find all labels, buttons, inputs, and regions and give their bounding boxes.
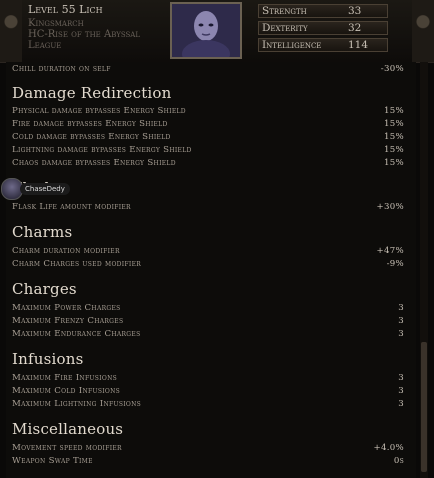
- attr-label: Dexterity: [262, 22, 308, 34]
- stat-value: +4.0%: [373, 443, 404, 453]
- stat-row[interactable]: Maximum Lightning Infusions 3: [12, 399, 404, 412]
- stat-row[interactable]: Charm Charges used modifier -9%: [12, 259, 404, 272]
- stat-value: 3: [398, 399, 404, 409]
- stat-row[interactable]: Weapon Swap Time 0s: [12, 456, 404, 469]
- attr-label: Intelligence: [262, 39, 322, 51]
- attr-strength: Strength 33: [258, 4, 388, 18]
- section-title-charges: Charges: [12, 280, 77, 298]
- ornament-left: [0, 0, 22, 62]
- stat-value: 0s: [393, 456, 404, 466]
- attr-label: Strength: [262, 5, 307, 17]
- stat-label: Physical damage bypasses Energy Shield: [12, 106, 186, 116]
- stat-row[interactable]: Cold damage bypasses Energy Shield 15%: [12, 132, 404, 145]
- stat-label: Maximum Fire Infusions: [12, 373, 118, 383]
- overlay-username: ChaseDedy: [20, 183, 70, 195]
- character-portrait: [170, 2, 242, 59]
- stat-row-chill: Chill duration on self -30%: [12, 64, 404, 77]
- viewer-overlay: ChaseDedy: [0, 178, 70, 200]
- stat-label: Maximum Power Charges: [12, 303, 121, 313]
- stat-label: Chaos damage bypasses Energy Shield: [12, 158, 176, 168]
- stats-panel[interactable]: Chill duration on self -30% Damage Redir…: [6, 62, 416, 478]
- scrollbar-thumb[interactable]: [421, 342, 427, 472]
- stat-label: Maximum Lightning Infusions: [12, 399, 142, 409]
- stat-row[interactable]: Maximum Endurance Charges 3: [12, 329, 404, 342]
- stat-label: Lightning damage bypasses Energy Shield: [12, 145, 192, 155]
- stat-row[interactable]: Maximum Frenzy Charges 3: [12, 316, 404, 329]
- stat-label: Charm Charges used modifier: [12, 259, 142, 269]
- attr-value: 32: [348, 22, 362, 34]
- stat-row[interactable]: Charm duration modifier +47%: [12, 246, 404, 259]
- stat-label: Maximum Cold Infusions: [12, 386, 121, 396]
- level-class: Level 55 Lich: [28, 3, 103, 16]
- stat-value: 15%: [383, 145, 404, 155]
- stat-label: Chill duration on self: [12, 64, 111, 74]
- stat-value: -30%: [380, 64, 404, 74]
- stat-label: Flask Life amount modifier: [12, 202, 131, 212]
- stat-label: Maximum Endurance Charges: [12, 329, 141, 339]
- stat-value: 15%: [383, 106, 404, 116]
- stat-label: Charm duration modifier: [12, 246, 120, 256]
- league-name: HC-Rise of the Abyssal: [28, 29, 141, 40]
- stat-value: 3: [398, 386, 404, 396]
- stat-label: Movement speed modifier: [12, 443, 122, 453]
- stat-label: Weapon Swap Time: [12, 456, 93, 466]
- stat-row[interactable]: Maximum Cold Infusions 3: [12, 386, 404, 399]
- ornament-right: [412, 0, 434, 62]
- stat-value: 15%: [383, 119, 404, 129]
- character-info: Level 55 Lich Kingsmarch HC-Rise of the …: [28, 4, 168, 51]
- account-name: Kingsmarch: [28, 18, 84, 29]
- stat-row[interactable]: Physical damage bypasses Energy Shield 1…: [12, 106, 404, 119]
- stat-value: 3: [398, 303, 404, 313]
- stat-value: -9%: [386, 259, 404, 269]
- stat-value: 15%: [383, 158, 404, 168]
- portrait-image: [172, 4, 240, 57]
- stat-row[interactable]: Lightning damage bypasses Energy Shield …: [12, 145, 404, 158]
- stat-row[interactable]: Maximum Power Charges 3: [12, 303, 404, 316]
- section-title-charms: Charms: [12, 223, 73, 241]
- stat-value: +30%: [376, 202, 404, 212]
- attr-value: 33: [348, 5, 362, 17]
- stat-row[interactable]: Chaos damage bypasses Energy Shield 15%: [12, 158, 404, 171]
- stat-label: Cold damage bypasses Energy Shield: [12, 132, 171, 142]
- stat-value: 3: [398, 373, 404, 383]
- stat-label: Maximum Frenzy Charges: [12, 316, 124, 326]
- stat-label: Fire damage bypasses Energy Shield: [12, 119, 168, 129]
- stat-value: +47%: [376, 246, 404, 256]
- section-title-infusions: Infusions: [12, 350, 84, 368]
- stat-value: 3: [398, 329, 404, 339]
- attr-dexterity: Dexterity 32: [258, 21, 388, 35]
- stat-row[interactable]: Flask Life amount modifier +30%: [12, 202, 404, 215]
- league-tail: League: [28, 40, 62, 51]
- section-title-damage-redirection: Damage Redirection: [12, 84, 172, 102]
- stat-value: 15%: [383, 132, 404, 142]
- attr-intelligence: Intelligence 114: [258, 38, 388, 52]
- section-title-miscellaneous: Miscellaneous: [12, 420, 124, 438]
- stat-value: 3: [398, 316, 404, 326]
- stat-row[interactable]: Movement speed modifier +4.0%: [12, 443, 404, 456]
- attr-value: 114: [348, 39, 369, 51]
- stat-row[interactable]: Maximum Fire Infusions 3: [12, 373, 404, 386]
- character-header: Level 55 Lich Kingsmarch HC-Rise of the …: [0, 0, 434, 63]
- panel-scrollbar[interactable]: [420, 62, 428, 478]
- stat-row[interactable]: Fire damage bypasses Energy Shield 15%: [12, 119, 404, 132]
